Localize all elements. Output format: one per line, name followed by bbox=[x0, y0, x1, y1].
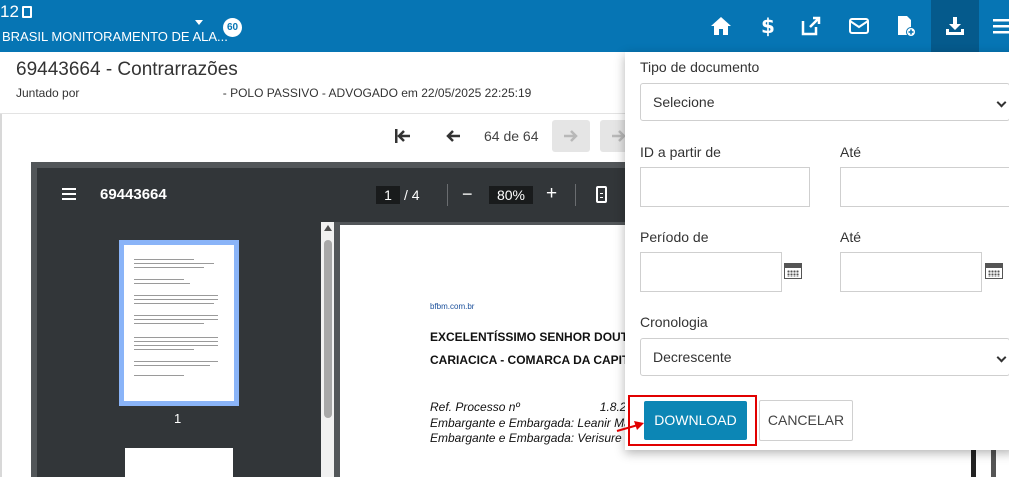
hamburger-icon[interactable] bbox=[62, 188, 76, 203]
mail-icon[interactable] bbox=[846, 13, 872, 39]
chronology-label: Cronologia bbox=[640, 314, 708, 330]
dollar-icon[interactable]: $ bbox=[754, 13, 780, 39]
page-thumbnail[interactable] bbox=[119, 240, 239, 406]
id-to-input[interactable] bbox=[840, 167, 1009, 207]
calendar-icon[interactable] bbox=[985, 263, 1003, 279]
doc-type-label: Tipo de documento bbox=[640, 59, 760, 75]
home-icon[interactable] bbox=[708, 13, 734, 39]
chronology-value: Decrescente bbox=[653, 349, 732, 365]
id-to-label: Até bbox=[840, 144, 862, 160]
scroll-up-arrow-icon[interactable] bbox=[324, 225, 332, 231]
external-link-icon[interactable] bbox=[798, 13, 824, 39]
chevron-down-icon bbox=[996, 352, 1007, 363]
id-from-label: ID a partir de bbox=[640, 144, 721, 160]
cancel-button[interactable]: CANCELAR bbox=[759, 400, 853, 441]
document-subtitle: Juntado por - POLO PASSIVO - ADVOGADO em… bbox=[16, 86, 532, 100]
download-icon[interactable] bbox=[931, 0, 979, 52]
process-number-text: 12 bbox=[0, 2, 19, 21]
pdf-page-input[interactable]: 1 bbox=[376, 186, 400, 204]
doc-type-select[interactable]: Selecione bbox=[640, 83, 1009, 121]
fit-page-icon[interactable] bbox=[596, 186, 607, 203]
page-text: Embargante e Embargada: Leanir Ma bbox=[430, 416, 631, 430]
pdf-total-pages: / 4 bbox=[404, 187, 420, 203]
first-page-button[interactable] bbox=[384, 120, 422, 152]
divider bbox=[447, 184, 448, 206]
page-text: Embargante e Embargada: Verisure B bbox=[430, 431, 633, 445]
page-text: Ref. Processo nº 1.8.2 bbox=[430, 400, 626, 414]
period-from-input[interactable] bbox=[640, 252, 782, 292]
divider bbox=[0, 114, 2, 477]
count-badge[interactable]: 60 bbox=[223, 18, 242, 37]
scrollbar-thumb[interactable] bbox=[324, 240, 332, 418]
divider bbox=[575, 184, 576, 206]
next-page-button[interactable] bbox=[552, 120, 590, 152]
thumbnail-label: 1 bbox=[174, 411, 182, 426]
chronology-select[interactable]: Decrescente bbox=[640, 338, 1009, 376]
chevron-down-icon bbox=[996, 97, 1007, 108]
period-from-label: Período de bbox=[640, 229, 709, 245]
page-thumbnail[interactable] bbox=[125, 448, 233, 477]
page-text-ref: Ref. Processo nº bbox=[430, 400, 520, 414]
document-title: 69443664 - Contrarrazões bbox=[16, 59, 238, 80]
period-to-input[interactable] bbox=[840, 252, 982, 292]
id-from-input[interactable] bbox=[640, 167, 810, 207]
zoom-out-button[interactable]: − bbox=[462, 184, 473, 205]
previous-page-button[interactable] bbox=[434, 120, 472, 152]
zoom-in-button[interactable]: + bbox=[546, 183, 557, 205]
page-heading: CARIACICA - COMARCA DA CAPITAL/ bbox=[430, 353, 648, 367]
pdf-file-name: 69443664 bbox=[100, 186, 167, 203]
doc-type-value: Selecione bbox=[653, 94, 715, 110]
party-name[interactable]: BRASIL MONITORAMENTO DE ALA... bbox=[2, 29, 228, 44]
chevron-down-icon[interactable] bbox=[195, 20, 203, 25]
process-number[interactable]: 12 bbox=[0, 2, 32, 22]
download-button[interactable]: DOWNLOAD bbox=[644, 401, 747, 440]
page-heading: EXCELENTÍSSIMO SENHOR DOUTOR bbox=[430, 330, 646, 344]
top-navbar: 12 BRASIL MONITORAMENTO DE ALA... 60 $ bbox=[0, 0, 1009, 52]
thumbnail-page bbox=[124, 245, 234, 401]
calendar-icon[interactable] bbox=[784, 263, 802, 279]
red-arrow-icon bbox=[616, 421, 644, 432]
zoom-level-input[interactable]: 80% bbox=[489, 186, 533, 204]
clipboard-icon[interactable] bbox=[21, 6, 32, 18]
page-link: bfbm.com.br bbox=[430, 302, 475, 311]
page-text-ref-tail: 1.8.2 bbox=[599, 400, 627, 414]
menu-icon[interactable] bbox=[989, 13, 1009, 39]
document-add-icon[interactable] bbox=[893, 13, 919, 39]
svg-text:$: $ bbox=[761, 15, 774, 37]
page-indicator: 64 de 64 bbox=[484, 128, 539, 144]
period-to-label: Até bbox=[840, 229, 862, 245]
